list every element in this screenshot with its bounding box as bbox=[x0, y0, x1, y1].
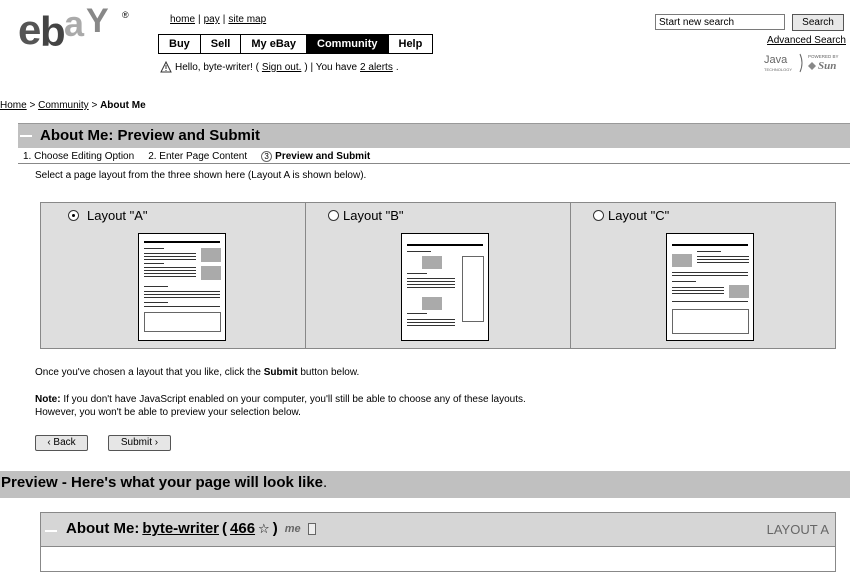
step-indicator: 1. Choose Editing Option 2. Enter Page C… bbox=[18, 149, 850, 164]
layout-b-thumbnail[interactable] bbox=[401, 233, 489, 341]
search-input[interactable] bbox=[655, 14, 785, 30]
instruction-text: Once you've chosen a layout that you lik… bbox=[35, 367, 359, 378]
svg-text:b: b bbox=[40, 8, 64, 50]
page-title: About Me: Preview and Submit bbox=[40, 127, 261, 144]
preview-heading-text: Preview - Here's what your page will loo… bbox=[1, 474, 324, 491]
note-label: Note: bbox=[35, 394, 61, 405]
step-3-current: 3 Preview and Submit bbox=[261, 150, 371, 162]
layout-b-radio-row[interactable]: Layout "B" bbox=[328, 208, 404, 223]
layout-c-radio-row[interactable]: Layout "C" bbox=[593, 208, 669, 223]
instruction-bold: Submit bbox=[263, 367, 298, 378]
preview-heading-bar: Preview - Here's what your page will loo… bbox=[0, 471, 850, 498]
feedback-score-link[interactable]: 466 bbox=[230, 520, 255, 537]
preview-heading-dot: . bbox=[323, 474, 328, 491]
breadcrumb-current: About Me bbox=[100, 100, 146, 111]
intro-text: Select a page layout from the three show… bbox=[35, 170, 367, 181]
layout-picker: Layout "A" Layout "B" Layout "C" bbox=[40, 202, 836, 349]
star-icon: ☆ bbox=[258, 520, 270, 536]
back-button[interactable]: ‹ Back bbox=[35, 435, 88, 451]
home-link[interactable]: home bbox=[170, 14, 195, 25]
breadcrumb-sep: > bbox=[88, 100, 101, 111]
layout-option-c[interactable]: Layout "C" bbox=[571, 203, 835, 348]
step-number-icon: 3 bbox=[261, 150, 273, 162]
layout-option-b[interactable]: Layout "B" bbox=[306, 203, 571, 348]
tab-community[interactable]: Community bbox=[307, 35, 389, 53]
java-text: Java bbox=[764, 54, 788, 66]
breadcrumb-sep: > bbox=[26, 100, 39, 111]
layout-a-label: Layout "A" bbox=[87, 208, 148, 223]
preview-box: About Me: byte-writer ( 466 ☆ ) me LAYOU… bbox=[40, 512, 836, 572]
breadcrumb-home[interactable]: Home bbox=[0, 100, 27, 111]
greeting: Hello, byte-writer! (Sign out.) | You ha… bbox=[160, 60, 399, 73]
note-text: If you don't have JavaScript enabled on … bbox=[60, 394, 526, 405]
radio-unselected-icon[interactable] bbox=[593, 210, 604, 221]
alerts-link[interactable]: 2 alerts bbox=[360, 62, 393, 73]
paren-open: ( bbox=[222, 520, 228, 537]
step-1: 1. Choose Editing Option bbox=[23, 150, 135, 162]
layout-a-thumbnail[interactable] bbox=[138, 233, 226, 341]
step-3-label: Preview and Submit bbox=[275, 150, 371, 162]
search-button[interactable]: Search bbox=[792, 14, 844, 31]
top-links: home | pay | site map bbox=[170, 14, 267, 25]
sun-text: Sun bbox=[818, 60, 836, 72]
svg-text:a: a bbox=[64, 6, 85, 44]
preview-header: About Me: byte-writer ( 466 ☆ ) me LAYOU… bbox=[41, 513, 835, 547]
layout-option-a[interactable]: Layout "A" bbox=[41, 203, 306, 348]
ebay-logo[interactable]: e b a Y ® bbox=[18, 6, 138, 50]
preview-heading: Preview - Here's what your page will loo… bbox=[1, 474, 327, 491]
tab-buy[interactable]: Buy bbox=[159, 35, 201, 53]
tab-sell[interactable]: Sell bbox=[200, 35, 242, 53]
java-sun-badge: Java TECHNOLOGY POWERED BY Sun bbox=[764, 52, 850, 74]
me-badge-icon[interactable]: me bbox=[285, 523, 301, 535]
radio-unselected-icon[interactable] bbox=[328, 210, 339, 221]
instruction-prefix: Once you've chosen a layout that you lik… bbox=[35, 367, 264, 378]
dash-icon bbox=[20, 135, 32, 137]
layout-b-label: Layout "B" bbox=[343, 208, 404, 223]
radio-selected-icon[interactable] bbox=[68, 210, 79, 221]
sign-out-link[interactable]: Sign out. bbox=[262, 62, 301, 73]
tab-help[interactable]: Help bbox=[388, 35, 433, 53]
paren-close: ) bbox=[272, 520, 278, 537]
powered-by-text: POWERED BY bbox=[808, 54, 839, 59]
greeting-prefix: Hello, byte-writer! ( bbox=[175, 61, 259, 73]
note-line-1: Note: If you don't have JavaScript enabl… bbox=[35, 394, 526, 405]
svg-text:Y: Y bbox=[86, 6, 109, 40]
note-line-2: However, you won't be able to preview yo… bbox=[35, 407, 301, 418]
main-nav-tabs: Buy Sell My eBay Community Help bbox=[158, 34, 434, 54]
preview-title-prefix: About Me: bbox=[66, 520, 140, 537]
dash-icon bbox=[45, 530, 57, 532]
page-title-bar: About Me: Preview and Submit bbox=[18, 123, 850, 148]
layout-a-radio-row[interactable]: Layout "A" bbox=[68, 208, 148, 223]
java-sub-text: TECHNOLOGY bbox=[764, 67, 792, 72]
svg-text:®: ® bbox=[122, 10, 129, 20]
layout-c-thumbnail[interactable] bbox=[666, 233, 754, 341]
tab-my-ebay[interactable]: My eBay bbox=[241, 35, 307, 53]
step-2: 2. Enter Page Content bbox=[148, 150, 248, 162]
breadcrumb-community[interactable]: Community bbox=[38, 100, 89, 111]
pay-link[interactable]: pay bbox=[204, 14, 220, 25]
site-map-link[interactable]: site map bbox=[228, 14, 266, 25]
page-icon bbox=[307, 522, 316, 535]
greeting-end: . bbox=[395, 61, 399, 73]
submit-button[interactable]: Submit › bbox=[108, 435, 171, 451]
preview-title: About Me: byte-writer ( 466 ☆ ) me bbox=[66, 520, 316, 537]
layout-c-label: Layout "C" bbox=[608, 208, 670, 223]
instruction-suffix: button below. bbox=[297, 367, 360, 378]
user-id-link[interactable]: byte-writer bbox=[142, 520, 219, 537]
svg-text:e: e bbox=[18, 6, 40, 50]
greeting-mid: ) | You have bbox=[304, 61, 358, 73]
warning-triangle-icon bbox=[160, 60, 172, 73]
breadcrumb: Home > Community > About Me bbox=[0, 100, 146, 111]
advanced-search-link[interactable]: Advanced Search bbox=[767, 35, 846, 46]
layout-tag: LAYOUT A bbox=[766, 522, 829, 537]
